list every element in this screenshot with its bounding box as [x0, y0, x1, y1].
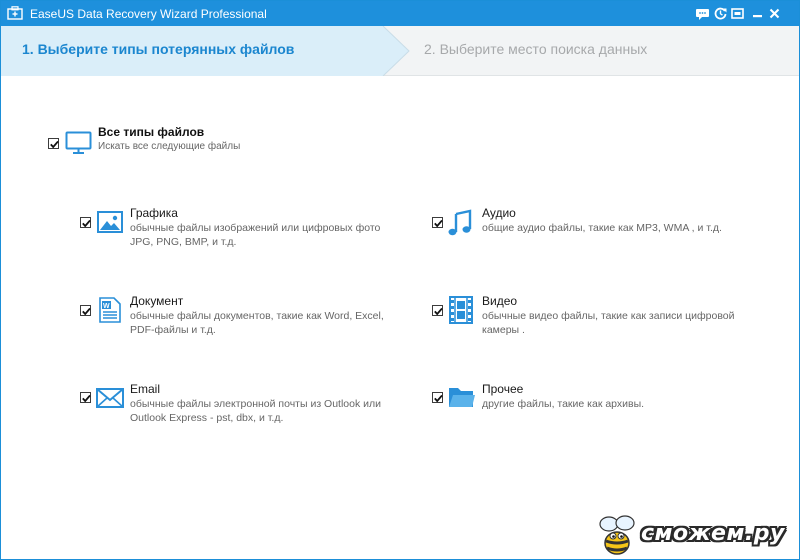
image-icon	[97, 211, 123, 233]
all-types-title: Все типы файлов	[98, 125, 205, 139]
video-title: Видео	[482, 294, 518, 308]
other-desc: другие файлы, такие как архивы.	[482, 398, 645, 410]
document-title: Документ	[130, 294, 184, 308]
bee-mascot-icon	[599, 515, 635, 555]
settings-icon[interactable]	[730, 6, 745, 21]
app-logo-icon	[7, 6, 23, 20]
email-desc: обычные файлы электронной почты из Outlo…	[130, 398, 382, 424]
document-checkbox[interactable]	[80, 305, 91, 316]
step1-label: 1. Выберите типы потерянных файлов	[22, 41, 295, 57]
title-bar: EaseUS Data Recovery Wizard Professional	[1, 1, 799, 26]
all-types-checkbox[interactable]	[48, 138, 59, 149]
film-icon	[449, 296, 473, 324]
minimize-icon[interactable]	[750, 6, 765, 21]
chat-icon[interactable]	[695, 6, 710, 21]
audio-title: Аудио	[482, 206, 516, 220]
other-title: Прочее	[482, 382, 524, 396]
watermark-text: сможем.ру	[641, 521, 785, 546]
email-title: Email	[130, 382, 161, 396]
graphics-title: Графика	[130, 206, 178, 220]
video-checkbox[interactable]	[432, 305, 443, 316]
audio-checkbox[interactable]	[432, 217, 443, 228]
music-note-icon	[448, 209, 472, 236]
refresh-icon[interactable]	[713, 6, 728, 21]
app-window: EaseUS Data Recovery Wizard Professional	[0, 0, 800, 560]
envelope-icon	[96, 388, 124, 408]
window-title: EaseUS Data Recovery Wizard Professional	[30, 7, 267, 21]
wizard-steps: 1. Выберите типы потерянных файлов 2. Вы…	[1, 26, 799, 76]
graphics-desc: обычные файлы изображений или цифровых ф…	[130, 222, 381, 248]
watermark: сможем.ру	[595, 515, 795, 557]
all-types-desc: Искать все следующие файлы	[98, 141, 241, 152]
audio-desc: общие аудио файлы, такие как MP3, WMA , …	[482, 222, 722, 234]
video-desc: обычные видео файлы, такие как записи ци…	[482, 310, 735, 336]
folder-icon	[449, 388, 475, 407]
step2-label[interactable]: 2. Выберите место поиска данных	[424, 41, 647, 57]
document-desc: обычные файлы документов, такие как Word…	[130, 310, 384, 336]
svg-text:W: W	[103, 303, 110, 310]
monitor-icon	[65, 131, 92, 154]
word-document-icon: W	[99, 297, 121, 323]
email-checkbox[interactable]	[80, 392, 91, 403]
other-checkbox[interactable]	[432, 392, 443, 403]
close-icon[interactable]	[767, 6, 782, 21]
graphics-checkbox[interactable]	[80, 217, 91, 228]
